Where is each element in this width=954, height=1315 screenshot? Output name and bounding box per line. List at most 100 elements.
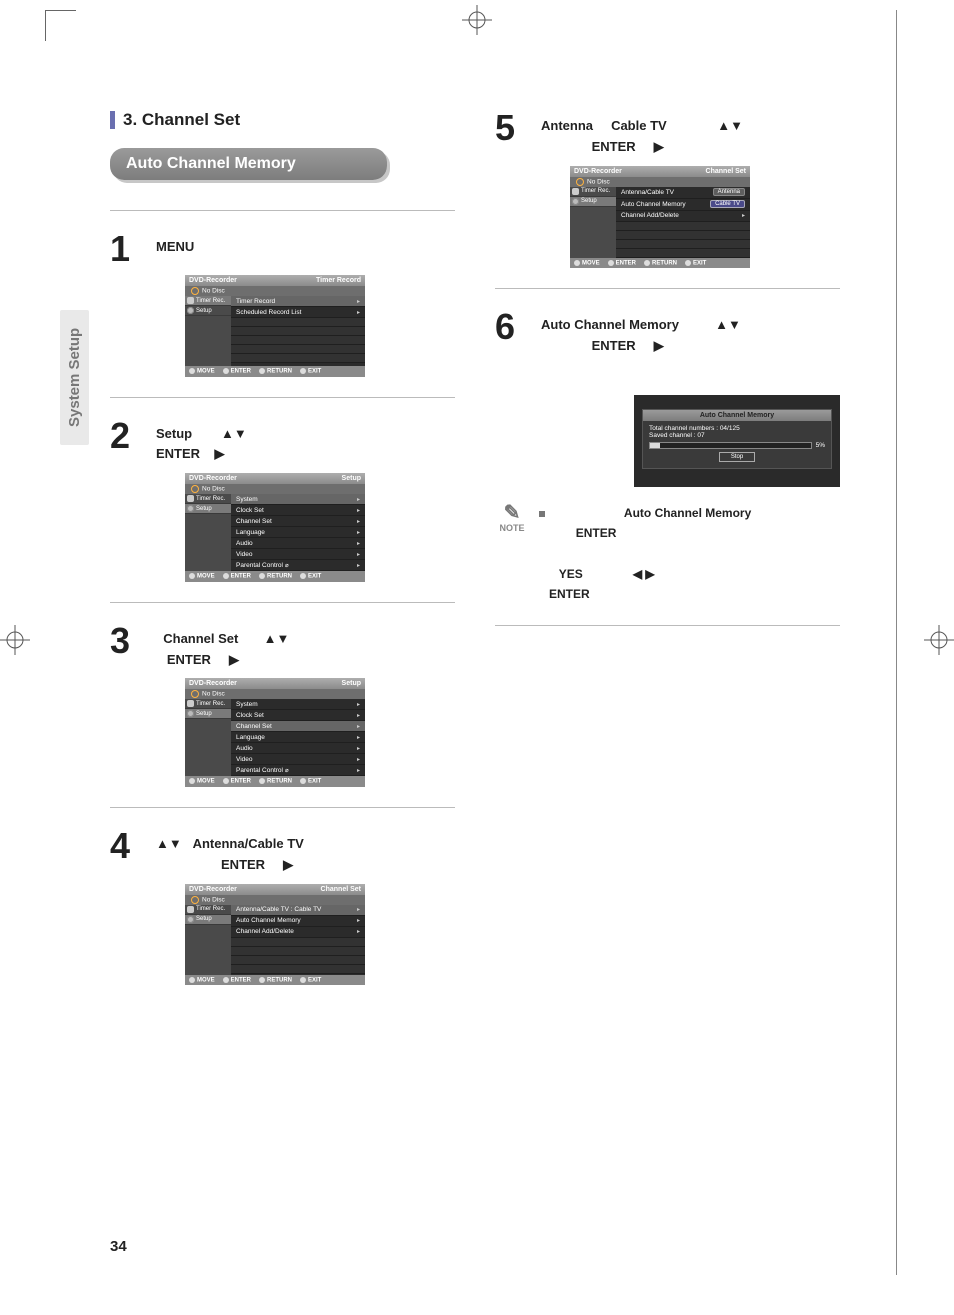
stop-button: Stop	[719, 452, 755, 462]
progress-title: Auto Channel Memory	[643, 410, 831, 421]
osd-item: Language	[236, 529, 265, 536]
step-number: 4	[110, 828, 144, 864]
osd-crumb: Channel Set	[321, 886, 361, 893]
osd-device: DVD-Recorder	[189, 680, 237, 687]
osd-device: DVD-Recorder	[574, 168, 622, 175]
antenna-keyword: Antenna	[541, 118, 593, 133]
osd-item: System	[236, 701, 258, 708]
osd-item: Channel Add/Delete	[621, 212, 679, 219]
section-accent-bar	[110, 111, 115, 129]
disc-icon	[576, 178, 584, 186]
foot-move: MOVE	[189, 368, 215, 375]
right-icon: ▶	[283, 857, 293, 872]
step-1: 1 MENU	[110, 231, 455, 267]
osd-item: System	[236, 496, 258, 503]
manual-page: System Setup 3. Channel Set Auto Channel…	[0, 0, 954, 1315]
chevron-right-icon: ▸	[357, 745, 360, 752]
progress-line1: Total channel numbers : 04/125	[649, 425, 825, 432]
osd-antenna-cable-select: DVD-Recorder Channel Set No Disc Timer R…	[570, 166, 750, 269]
step-6: 6 Auto Channel Memory ▲▼ ENTER ▶	[495, 309, 840, 357]
chevron-right-icon: ▸	[357, 529, 360, 536]
step-text: Auto Channel Memory ▲▼ ENTER ▶	[541, 309, 741, 357]
registration-mark-left	[0, 625, 30, 655]
foot-return: RETURN	[259, 573, 292, 580]
osd-item: Auto Channel Memory	[236, 917, 301, 924]
gear-icon	[187, 307, 194, 314]
step-number: 2	[110, 418, 144, 454]
osd-item: Video	[236, 756, 253, 763]
section-title: 3. Channel Set	[123, 110, 240, 130]
foot-enter: ENTER	[223, 368, 251, 375]
foot-return: RETURN	[259, 778, 292, 785]
chevron-right-icon: ▸	[357, 756, 360, 763]
timer-icon	[572, 188, 579, 195]
option-cabletv: Cable TV	[710, 200, 745, 208]
note-enter: ENTER	[576, 526, 617, 540]
foot-return: RETURN	[644, 260, 677, 267]
foot-enter: ENTER	[223, 573, 251, 580]
osd-timer-record: DVD-Recorder Timer Record No Disc Timer …	[185, 275, 365, 377]
step-number: 3	[110, 623, 144, 659]
foot-enter: ENTER	[608, 260, 636, 267]
disc-icon	[191, 485, 199, 493]
side-timer-label: Timer Rec.	[196, 298, 225, 304]
crop-mark	[45, 10, 76, 41]
step-number: 6	[495, 309, 529, 345]
page-number: 34	[110, 1238, 127, 1255]
progress-percent: 5%	[816, 442, 825, 449]
right-icon: ▶	[654, 139, 664, 154]
foot-enter: ENTER	[223, 977, 251, 984]
step-text: Setup ▲▼ ENTER ▶	[156, 418, 247, 466]
note-text: Auto Channel Memory ENTER YES ◀ ▶ ENTER	[539, 503, 840, 605]
side-timer-label: Timer Rec.	[581, 188, 610, 194]
osd-item: Antenna/Cable TV : Cable TV	[236, 906, 321, 913]
osd-item: Auto Channel Memory	[621, 201, 686, 208]
side-setup-label: Setup	[196, 308, 212, 314]
leftright-icon: ◀ ▶	[633, 567, 655, 581]
osd-auto-channel-progress: Auto Channel Memory Total channel number…	[634, 395, 840, 487]
step-text: MENU	[156, 231, 194, 258]
timer-icon	[187, 297, 194, 304]
updown-icon: ▲▼	[717, 118, 743, 133]
timer-icon	[187, 700, 194, 707]
chevron-right-icon: ▸	[742, 212, 745, 219]
osd-item: Clock Set	[236, 507, 264, 514]
chevron-right-icon: ▸	[357, 540, 360, 547]
side-setup-label: Setup	[196, 711, 212, 717]
step-2: 2 Setup ▲▼ ENTER ▶	[110, 418, 455, 466]
enter-keyword: ENTER	[156, 446, 200, 461]
foot-move: MOVE	[574, 260, 600, 267]
left-column: 3. Channel Set Auto Channel Memory 1 MEN…	[110, 110, 455, 993]
registration-mark-right	[924, 625, 954, 655]
note-icon: ✎ NOTE	[495, 503, 529, 605]
foot-move: MOVE	[189, 573, 215, 580]
side-setup-label: Setup	[581, 198, 597, 204]
step-text: ▲▼ Antenna/Cable TV ENTER ▶	[156, 828, 304, 876]
section-heading: 3. Channel Set	[110, 110, 455, 130]
osd-item: Channel Set	[236, 518, 272, 525]
foot-enter: ENTER	[223, 778, 251, 785]
chevron-right-icon: ▸	[357, 767, 360, 774]
osd-item: Scheduled Record List	[236, 309, 301, 316]
foot-exit: EXIT	[300, 977, 321, 984]
chevron-right-icon: ▸	[357, 712, 360, 719]
gear-icon	[572, 198, 579, 205]
right-icon: ▶	[654, 338, 664, 353]
step-4: 4 ▲▼ Antenna/Cable TV ENTER ▶	[110, 828, 455, 876]
divider	[110, 602, 455, 603]
foot-return: RETURN	[259, 977, 292, 984]
foot-exit: EXIT	[300, 573, 321, 580]
step-number: 5	[495, 110, 529, 146]
osd-device: DVD-Recorder	[189, 277, 237, 284]
foot-move: MOVE	[189, 778, 215, 785]
divider	[495, 288, 840, 289]
osd-nodisc: No Disc	[202, 896, 225, 903]
progress-line2: Saved channel : 07	[649, 432, 825, 439]
bullet-icon	[539, 511, 545, 517]
step-3: 3 Channel Set ▲▼ ENTER ▶	[110, 623, 455, 671]
osd-item: Clock Set	[236, 712, 264, 719]
osd-setup-system: DVD-Recorder Setup No Disc Timer Rec. Se…	[185, 473, 365, 582]
divider	[495, 625, 840, 626]
timer-icon	[187, 495, 194, 502]
channelset-keyword: Channel Set	[163, 631, 238, 646]
